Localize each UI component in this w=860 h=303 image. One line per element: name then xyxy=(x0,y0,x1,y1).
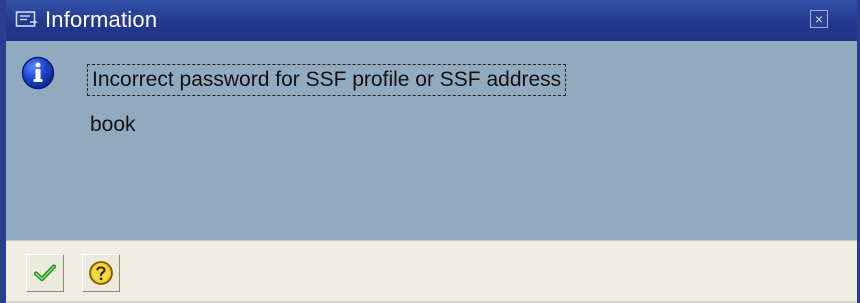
close-button[interactable]: × xyxy=(810,10,828,28)
info-icon xyxy=(21,56,55,90)
button-bar xyxy=(6,240,857,303)
dialog-title: Information xyxy=(45,7,158,32)
help-button[interactable] xyxy=(82,254,120,292)
message-line-2: book xyxy=(90,113,136,136)
close-icon: × xyxy=(814,11,824,27)
checkmark-icon xyxy=(33,264,57,282)
dialog-icon xyxy=(15,11,39,27)
ok-button[interactable] xyxy=(26,254,64,292)
message-area: Incorrect password for SSF profile or SS… xyxy=(6,41,857,240)
message-line-1: Incorrect password for SSF profile or SS… xyxy=(87,64,567,96)
question-icon xyxy=(89,261,113,285)
information-dialog: Information × Incorrect password for SSF… xyxy=(0,0,860,303)
title-bar: Information × xyxy=(6,0,857,41)
